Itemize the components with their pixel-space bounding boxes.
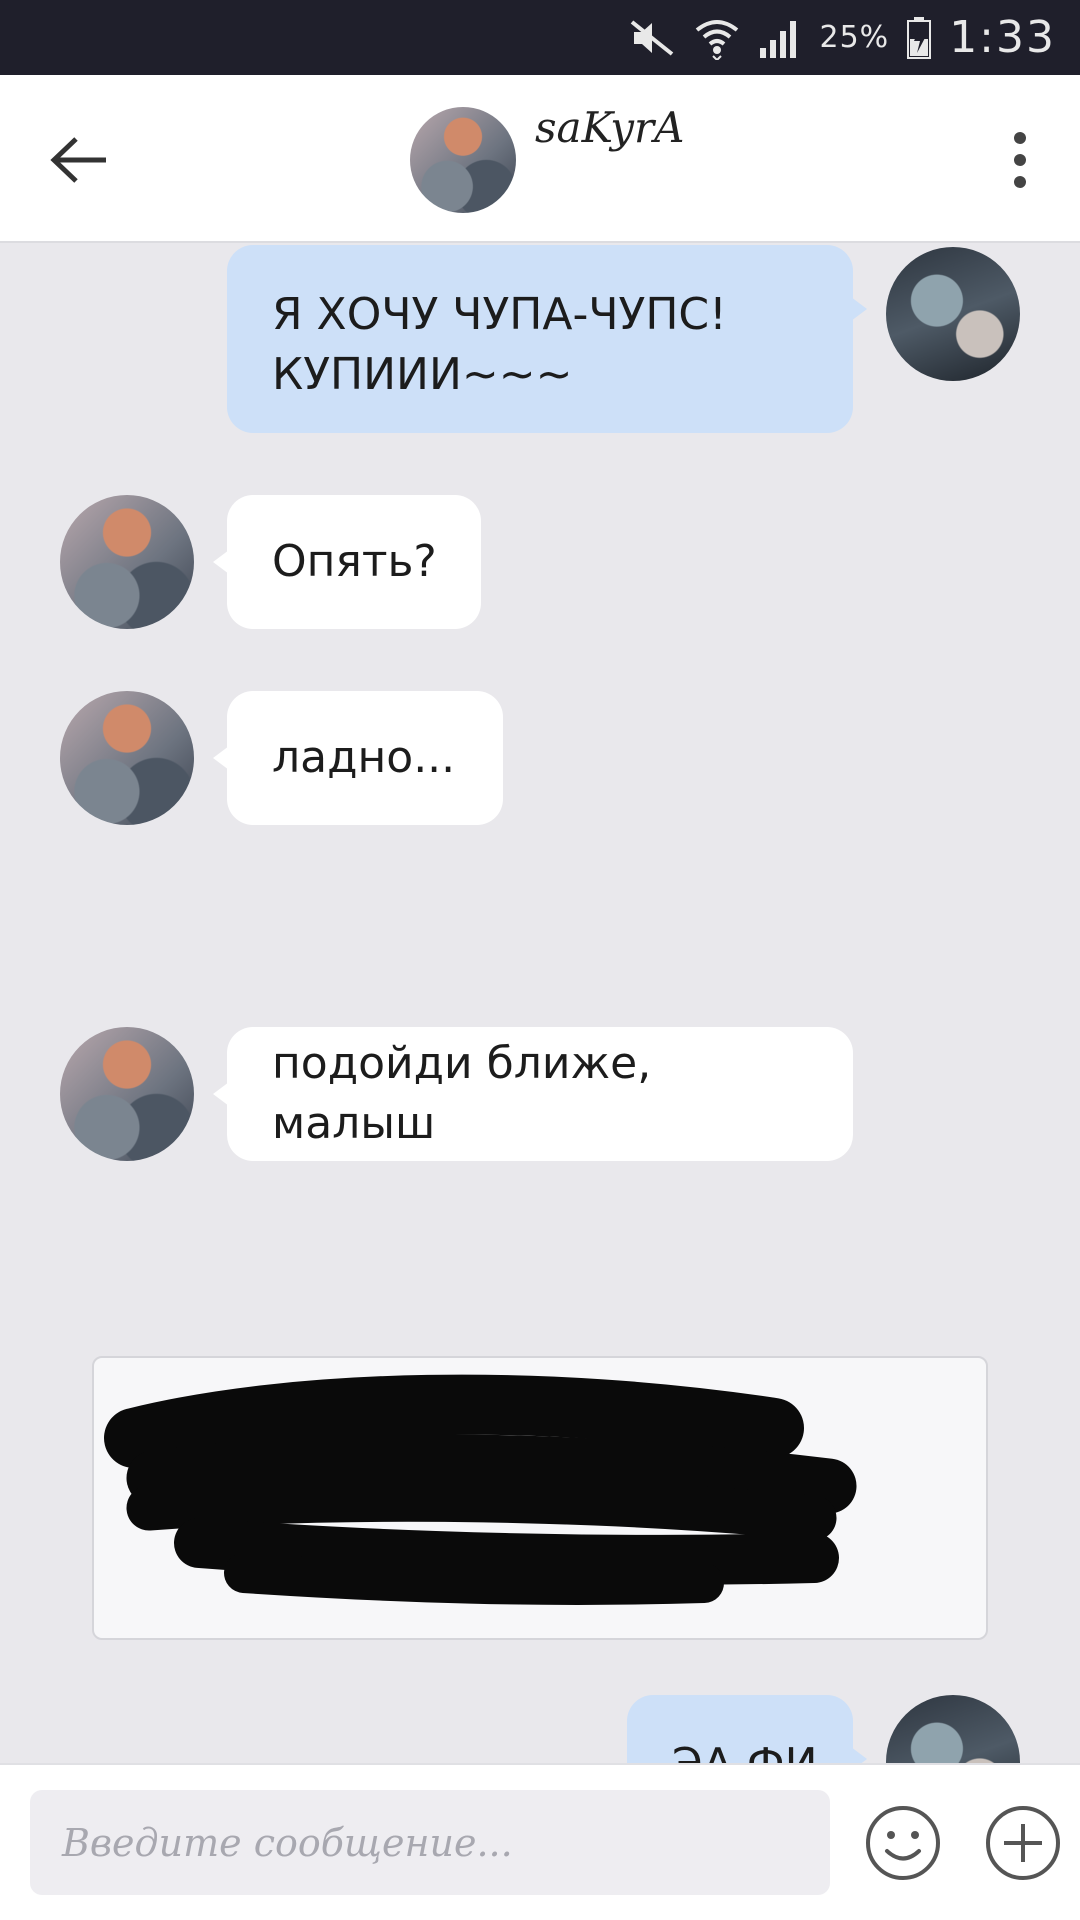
wifi-icon: [694, 16, 740, 60]
scribble-redaction: [104, 1374, 857, 1605]
image-message[interactable]: [92, 1356, 988, 1640]
message-text: Опять?: [272, 536, 437, 587]
overflow-menu-icon: [1014, 132, 1026, 188]
message-input-bar: Введите сообщение...: [0, 1763, 1080, 1920]
sender-avatar[interactable]: [60, 495, 194, 629]
incoming-message-bubble[interactable]: подойди ближе, малыш: [213, 1027, 853, 1161]
plus-circle-icon: [986, 1806, 1060, 1880]
own-avatar[interactable]: [886, 247, 1020, 381]
message-input[interactable]: Введите сообщение...: [30, 1790, 830, 1895]
message-text-line: Я ХОЧУ ЧУПА-ЧУПС!: [272, 289, 727, 340]
message-text: подойди ближе, малыш: [272, 1038, 652, 1149]
battery-percent: 25%: [819, 20, 890, 55]
clock: 1:33: [949, 12, 1056, 63]
sender-avatar[interactable]: [60, 691, 194, 825]
add-attachment-button[interactable]: [984, 1804, 1062, 1882]
status-bar: 25% 1:33: [0, 0, 1080, 75]
smiley-icon: [866, 1806, 940, 1880]
status-icons: 25% 1:33: [628, 0, 1057, 75]
contact-name[interactable]: saKyrA: [535, 103, 684, 152]
incoming-message-bubble[interactable]: ладно...: [213, 691, 503, 825]
battery-charging-icon: [907, 16, 932, 59]
message-text-line: КУПИИИ~~~: [272, 349, 573, 400]
message-text: ЭА ФИ: [672, 1735, 818, 1763]
back-arrow-icon: [50, 137, 106, 183]
own-avatar[interactable]: [886, 1695, 1020, 1763]
chat-header: saKyrA: [0, 75, 1080, 243]
outgoing-message-bubble[interactable]: Я ХОЧУ ЧУПА-ЧУПС! КУПИИИ~~~: [227, 245, 867, 433]
cell-signal-icon: [758, 18, 802, 58]
incoming-message-bubble[interactable]: Опять?: [213, 495, 481, 629]
sender-avatar[interactable]: [60, 1027, 194, 1161]
message-text: ладно...: [272, 732, 456, 783]
back-button[interactable]: [40, 125, 120, 195]
contact-avatar[interactable]: [410, 107, 516, 213]
overflow-menu-button[interactable]: [990, 120, 1050, 200]
outgoing-message-bubble[interactable]: ЭА ФИ: [627, 1695, 867, 1763]
emoji-button[interactable]: [864, 1804, 942, 1882]
message-list[interactable]: Я ХОЧУ ЧУПА-ЧУПС! КУПИИИ~~~ Опять? ладно…: [0, 243, 1080, 1763]
muted-speaker-icon: [628, 18, 676, 58]
